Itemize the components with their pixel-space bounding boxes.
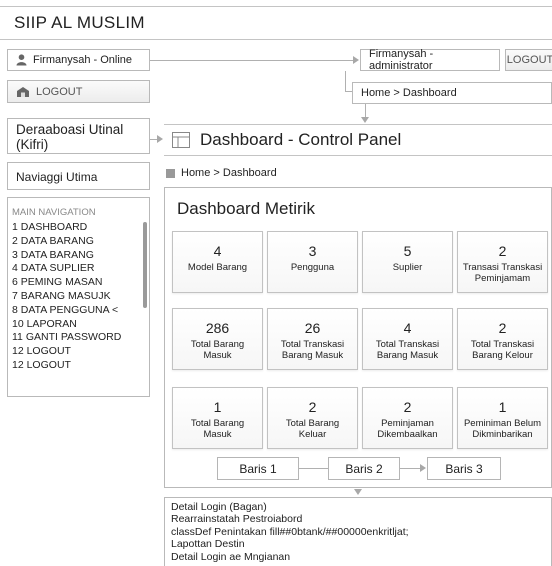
detail-login-heading: Detail Login (Bagan) (171, 501, 551, 513)
metric-value: 4 (213, 243, 222, 259)
metric-label: Transasi Transkasi Peminjamam (462, 262, 543, 284)
user-role-text: Firmanysah - administrator (369, 48, 434, 72)
detail-login-title: Detail Login (171, 501, 227, 513)
sidebar-nav-item[interactable]: 10 LAPORAN (8, 318, 149, 332)
sidebar-nav-item[interactable]: 8 DATA PENGGUNA < (8, 304, 149, 318)
sidebar-nav-item[interactable]: 12 LOGOUT (8, 359, 149, 373)
metric-card[interactable]: 5 Suplier (362, 231, 453, 293)
sidebar-nav-item[interactable]: 2 DATA BARANG (8, 235, 149, 249)
metric-card[interactable]: 4 Model Barang (172, 231, 263, 293)
detail-line-4: Detail Login ae Mngianan (171, 550, 291, 563)
nav-title: Naviaggi Utima (16, 170, 98, 184)
sidebar-nav-item[interactable]: 7 BARANG MASUJK (8, 290, 149, 304)
user-role-box: Firmanysah - administrator (360, 48, 500, 72)
metric-label: Suplier (392, 262, 423, 273)
metric-card[interactable]: 3 Pengguna (267, 231, 358, 293)
sidebar-nav-item[interactable]: 11 GANTI PASSWORD (8, 331, 149, 345)
sidebar-nav-item[interactable]: 4 DATA SUPLIER (8, 262, 149, 276)
metric-value: 2 (498, 320, 507, 336)
sidebar-nav-item[interactable]: 12 LOGOUT (8, 345, 149, 359)
metric-card[interactable]: 4 Total Transkasi Barang Masuk (362, 308, 453, 370)
metrics-title: Dashboard Metirik (177, 199, 315, 218)
metric-label: Total Barang Masuk (190, 418, 245, 440)
metric-card[interactable]: 2 Peminjaman Dikembaalkan (362, 387, 453, 449)
logout-icon (17, 86, 29, 97)
breadcrumb-top[interactable]: Home > Dashboard (352, 82, 552, 104)
metric-label: Total Barang Masuk (190, 339, 245, 361)
metric-card[interactable]: 2 Total Barang Keluar (267, 387, 358, 449)
metric-value: 2 (308, 399, 317, 415)
breadcrumb-main[interactable]: Home > Dashboard (166, 164, 366, 182)
sidebar-scrollbar[interactable] (143, 222, 147, 308)
metric-card[interactable]: 2 Total Transkasi Barang Kelour (457, 308, 548, 370)
metric-card[interactable]: 26 Total Transkasi Barang Masuk (267, 308, 358, 370)
metric-card[interactable]: 1 Peminiman Belum Dikminbarikan (457, 387, 548, 449)
detail-line-2: classDef Penintakan fill##0btank/##00000… (171, 525, 409, 538)
logout-side-button[interactable]: LOGOUT (7, 80, 150, 103)
user-status-text: Firmanysah - Online (33, 54, 133, 66)
metric-label: Peminjaman Dikembaalkan (377, 418, 438, 440)
nav-title-box: Naviaggi Utima (7, 162, 150, 190)
logout-top-label: LOGOUT (506, 54, 552, 66)
logout-side-label: LOGOUT (36, 85, 83, 98)
nav-list: 1 DASHBOARD 2 DATA BARANG 3 DATA BARANG 4 D… (8, 221, 149, 373)
org-name-box: Deraaboasi Utinal (Kifri) (7, 118, 150, 154)
metric-label: Pengguna (290, 262, 335, 273)
sidebar-nav-item[interactable]: 3 DATA BARANG (8, 249, 149, 263)
detail-line-3: Lapottan Destin (171, 538, 245, 551)
metric-value: 1 (498, 399, 507, 415)
app-title: SIIP AL MUSLIM (0, 6, 552, 40)
metric-label: Total Transkasi Barang Masuk (280, 339, 345, 361)
metric-value: 1 (213, 399, 222, 415)
metric-label: Total Barang Keluar (285, 418, 340, 440)
metric-value: 2 (498, 243, 507, 259)
sidebar-nav-item[interactable]: 1 DASHBOARD (8, 221, 149, 235)
metric-card[interactable]: 2 Transasi Transkasi Peminjamam (457, 231, 548, 293)
metric-card[interactable]: 286 Total Barang Masuk (172, 308, 263, 370)
detail-login-title-suffix: (Bagan) (229, 501, 267, 513)
nav-section-label: MAIN NAVIGATION (12, 207, 96, 218)
panel-grid-icon (172, 132, 190, 148)
logout-top-button[interactable]: LOGOUT (505, 49, 552, 71)
breadcrumb-top-text: Home > Dashboard (361, 87, 457, 99)
home-square-icon (166, 168, 175, 178)
user-status-box: Firmanysah - Online (7, 49, 150, 71)
metric-label: Total Transkasi Barang Kelour (470, 339, 535, 361)
baris-1[interactable]: Baris 1 (217, 457, 299, 480)
baris-3[interactable]: Baris 3 (427, 457, 501, 480)
panel-title: Dashboard - Control Panel (200, 130, 402, 149)
sidebar-nav-item[interactable]: 6 PEMING MASAN (8, 276, 149, 290)
metric-label: Peminiman Belum Dikminbarikan (463, 418, 542, 440)
metric-value: 5 (403, 243, 412, 259)
metric-value: 286 (205, 320, 230, 336)
baris-2[interactable]: Baris 2 (328, 457, 400, 480)
sidebar-nav: MAIN NAVIGATION 1 DASHBOARD 2 DATA BARANG… (7, 197, 150, 397)
metric-value: 2 (403, 399, 412, 415)
org-name: Deraaboasi Utinal (Kifri) (16, 122, 124, 152)
panel-header: Dashboard - Control Panel (164, 124, 552, 156)
metric-value: 26 (304, 320, 321, 336)
detail-login-box: Detail Login (Bagan) Rearrainstatah Pest… (164, 497, 552, 566)
metric-value: 3 (308, 243, 317, 259)
detail-line-1: Rearrainstatah Pestroiabord (171, 513, 303, 526)
user-icon (16, 54, 27, 66)
metric-label: Model Barang (187, 262, 248, 273)
metric-value: 4 (403, 320, 412, 336)
breadcrumb-main-text: Home > Dashboard (181, 167, 277, 179)
metric-card[interactable]: 1 Total Barang Masuk (172, 387, 263, 449)
metric-label: Total Transkasi Barang Masuk (375, 339, 440, 361)
